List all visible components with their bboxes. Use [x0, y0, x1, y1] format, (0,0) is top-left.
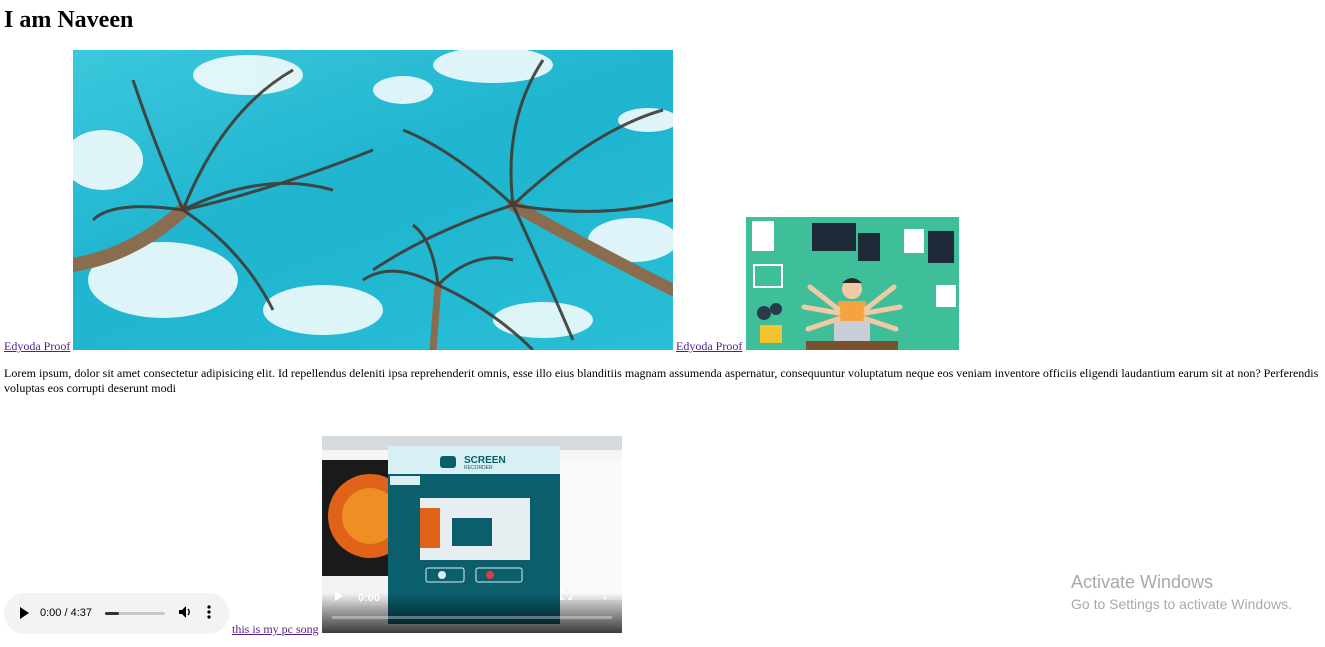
audio-progress-slider[interactable] — [105, 612, 165, 615]
palm-trees-image — [73, 50, 673, 350]
audio-progress-fill — [105, 612, 119, 615]
watermark-title: Activate Windows — [1071, 572, 1214, 592]
volume-icon[interactable] — [178, 605, 192, 622]
developer-illustration-image — [746, 217, 959, 350]
edyoda-proof-link-1[interactable]: Edyoda Proof — [4, 339, 70, 353]
video-play-icon[interactable] — [334, 589, 344, 607]
video-more-options-icon[interactable] — [603, 586, 607, 605]
video-time: 0:00 — [358, 592, 381, 604]
lorem-paragraph: Lorem ipsum, dolor sit amet consectetur … — [4, 366, 1319, 395]
video-progress-bar[interactable] — [332, 616, 612, 619]
pc-song-link[interactable]: this is my pc song — [232, 622, 319, 636]
activate-windows-watermark: Activate Windows Go to Settings to activ… — [1071, 571, 1292, 614]
multitasking-developer-illustration-icon — [746, 217, 959, 350]
edyoda-proof-link-2[interactable]: Edyoda Proof — [676, 339, 742, 353]
screen-recorder-subtitle: RECORDER — [464, 465, 493, 471]
play-icon[interactable] — [18, 606, 30, 623]
more-options-icon[interactable] — [207, 604, 211, 623]
fullscreen-icon[interactable] — [560, 587, 572, 605]
palm-trees-photo-icon — [73, 50, 673, 350]
watermark-subtitle: Go to Settings to activate Windows. — [1071, 596, 1292, 612]
audio-time: 0:00 / 4:37 — [40, 607, 92, 619]
audio-player[interactable]: 0:00 / 4:37 — [4, 593, 229, 634]
page-title: I am Naveen — [4, 7, 134, 33]
video-player[interactable]: SCREEN RECORDER 0:00 — [322, 436, 622, 633]
